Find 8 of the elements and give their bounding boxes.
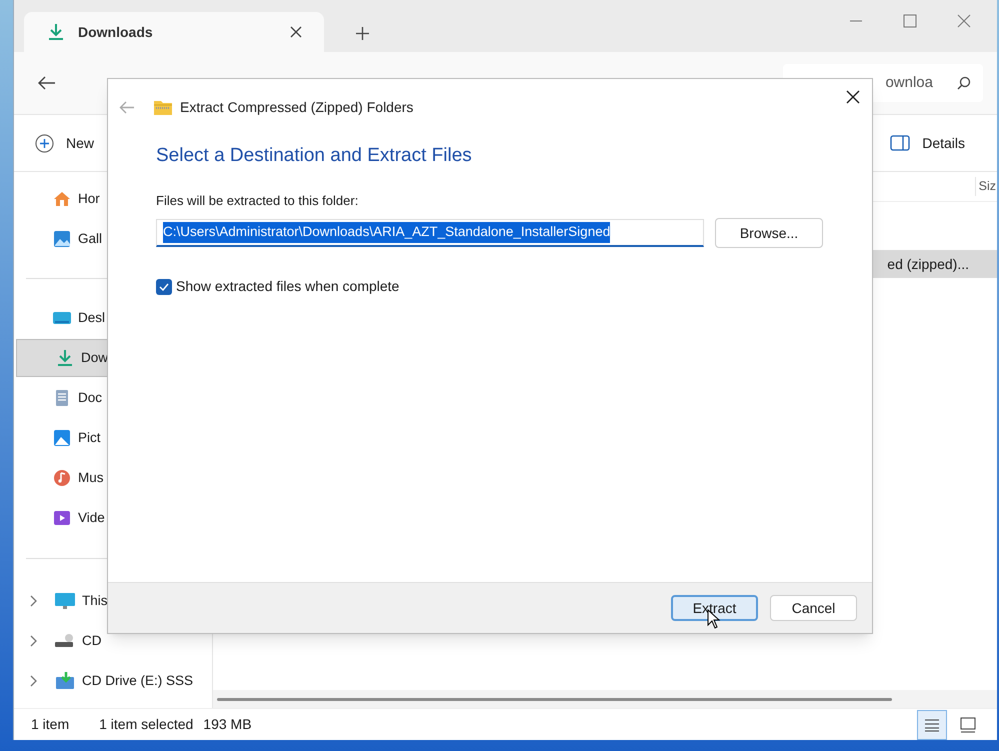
- checkbox-label: Show extracted files when complete: [176, 277, 400, 296]
- status-text: 1 item: [31, 715, 70, 734]
- tab-title: Downloads: [78, 22, 153, 42]
- dialog-heading: Select a Destination and Extract Files: [156, 144, 473, 168]
- status-text: 193 MB: [203, 715, 252, 734]
- status-text: 1 item selected: [99, 715, 194, 734]
- dialog-title: Extract Compressed (Zipped) Folders: [180, 98, 414, 117]
- field-label: Files will be extracted to this folder:: [156, 192, 360, 210]
